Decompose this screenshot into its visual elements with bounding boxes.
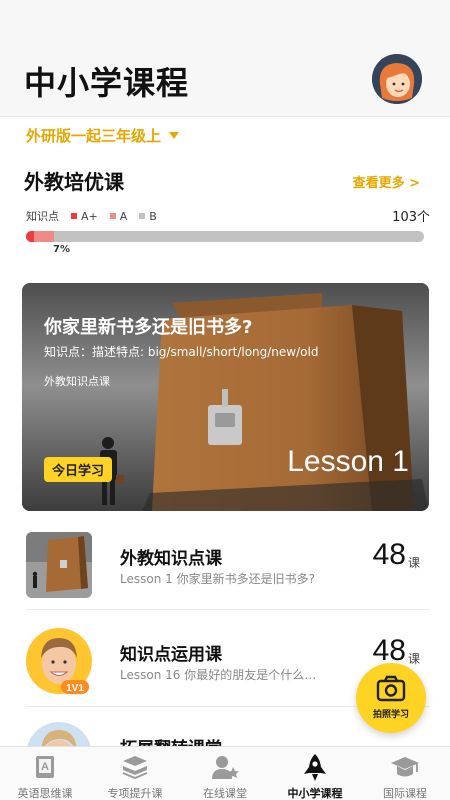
legend-swatch-a [109, 213, 116, 219]
course-count: 48 [372, 538, 406, 571]
featured-lesson-banner[interactable]: 你家里新书多还是旧书多? 知识点：描述特点: big/small/short/l… [22, 283, 429, 511]
course-subtitle: Lesson 1 你家里新书多还是旧书多? [120, 572, 315, 586]
tab-english-thinking[interactable]: A 英语思维课 [0, 747, 90, 800]
tab-label: 国际课程 [383, 787, 427, 800]
avatar-girl-icon [372, 54, 422, 104]
course-thumbnail [26, 532, 92, 598]
course-subtitle: Lesson 16 你最好的朋友是个什么… [120, 668, 317, 682]
triangle-down-icon [169, 132, 180, 139]
photo-study-label: 拍照学习 [372, 710, 409, 720]
tab-online-class[interactable]: 在线课堂 [180, 747, 270, 800]
course-title: 知识点运用课 [120, 645, 222, 665]
header: 中小学课程 [0, 0, 450, 117]
graduation-cap-icon [391, 757, 419, 777]
legend-swatch-a-plus [71, 213, 77, 219]
banner-lesson-number: Lesson 1 [287, 445, 409, 478]
progress-fill-a [33, 231, 54, 242]
tab-label: 中小学课程 [287, 787, 343, 800]
teacher-face-image [27, 722, 91, 746]
teacher-face-image: 1V1 [26, 628, 92, 694]
camera-icon [376, 675, 406, 702]
legend-label-a: A [119, 209, 128, 223]
legend-label-b: B [149, 209, 157, 223]
page-title: 中小学课程 [24, 64, 190, 102]
course-title: 外教知识点课 [120, 549, 222, 569]
one-on-one-badge: 1V1 [66, 683, 84, 694]
bottom-tab-bar: A 英语思维课 专项提升课 在线课堂 中小学课程 国际课程 [0, 746, 450, 800]
banner-tag: 外教知识点课 [44, 375, 110, 388]
tab-international[interactable]: 国际课程 [360, 747, 450, 800]
legend-title: 知识点 [26, 210, 59, 223]
grade-label: 外研版一起三年级上 [26, 127, 162, 145]
rocket-icon [304, 754, 326, 781]
banner-title: 你家里新书多还是旧书多? [44, 317, 253, 338]
tab-special-improvement[interactable]: 专项提升课 [90, 747, 180, 800]
grade-selector[interactable]: 外研版一起三年级上 [26, 125, 180, 146]
teacher-avatar [26, 722, 92, 746]
user-avatar[interactable] [372, 54, 422, 104]
tab-label: 英语思维课 [17, 787, 73, 800]
tab-k12-courses[interactable]: 中小学课程 [270, 747, 360, 800]
briefcase-thumbnail-image [26, 532, 92, 598]
progress-percent: 7% [53, 244, 70, 255]
today-study-badge[interactable]: 今日学习 [44, 457, 113, 482]
progress-bar [26, 231, 424, 242]
banner-knowledge-point: 知识点：描述特点: big/small/short/long/new/old [44, 345, 319, 359]
course-title: 拓展翻转课堂 [120, 734, 222, 746]
tab-label: 在线课堂 [203, 787, 247, 800]
knowledge-legend: 知识点 A+ A B [26, 208, 157, 224]
divider [26, 609, 430, 610]
legend-label-a-plus: A+ [81, 209, 98, 223]
progress-fill-a-plus [26, 231, 34, 242]
legend-swatch-b [139, 213, 146, 219]
knowledge-count: 103个 [392, 210, 430, 225]
tab-label: 专项提升课 [107, 787, 163, 800]
teacher-avatar: 1V1 [26, 628, 92, 694]
course-count-unit: 课 [407, 556, 420, 570]
view-more-link[interactable]: 查看更多 > [353, 172, 420, 191]
photo-study-button[interactable]: 拍照学习 [356, 663, 426, 733]
books-stack-icon [122, 756, 148, 780]
svg-text:A: A [41, 761, 49, 773]
course-count-unit: 课 [407, 652, 420, 666]
book-a-icon: A [36, 756, 54, 778]
person-star-icon [212, 756, 239, 779]
section-title: 外教培优课 [24, 170, 124, 194]
